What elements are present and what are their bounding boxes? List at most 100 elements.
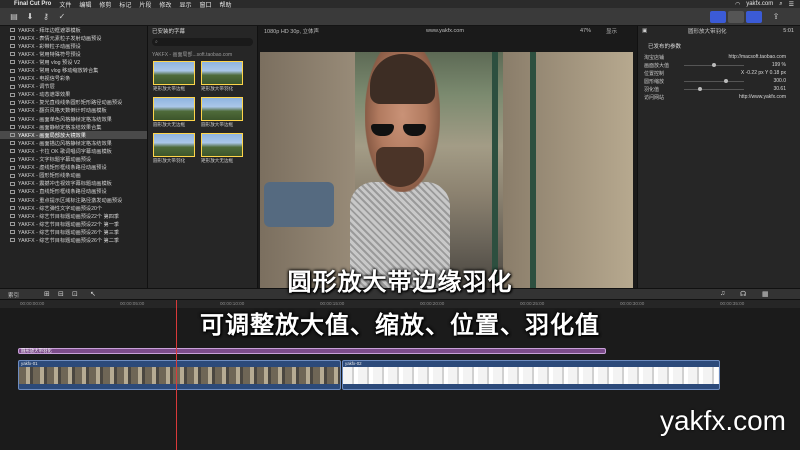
library-item[interactable]: YAKFX - 电视信号彩条: [0, 75, 147, 83]
menubar-site: yakfx.com: [746, 1, 774, 7]
check-icon[interactable]: ✓: [56, 12, 68, 22]
library-item-label: YAKFX - 复光直线线条圆形矩形路径动画预设: [18, 100, 123, 107]
format-label: 1080p HD 30p, 立体声: [264, 29, 320, 35]
thumbnail[interactable]: 圆形放大带羽化: [153, 133, 197, 164]
search-icon[interactable]: ⌕: [779, 1, 782, 8]
param-value[interactable]: 30.61: [773, 86, 786, 92]
library-item[interactable]: YAKFX - 复光直线线条圆形矩形路径动画预设: [0, 99, 147, 107]
param-slider[interactable]: [684, 86, 744, 91]
wifi-icon[interactable]: ◠: [735, 1, 740, 8]
library-item[interactable]: YAKFX - 拜年边框遮罩模板: [0, 26, 147, 34]
library-item[interactable]: YAKFX - 画面描边风格静帧定格冻结效果: [0, 139, 147, 147]
library-item[interactable]: YAKFX - 震撼冲击视效字幕标题动画模板: [0, 180, 147, 188]
thumbnail-image: [153, 97, 195, 121]
thumbnail[interactable]: 矩形放大无边框: [201, 133, 245, 164]
list-icon[interactable]: ☰: [789, 1, 794, 8]
param-magnify[interactable]: 画面放大值 199 %: [638, 61, 800, 69]
library-item[interactable]: YAKFX - 常用 vlog 预设 V2: [0, 58, 147, 66]
thumbnail-label: 圆形放大无边框: [153, 122, 186, 127]
library-item[interactable]: YAKFX - 常用特殊符号预设: [0, 50, 147, 58]
param-value[interactable]: 300.0: [773, 78, 786, 84]
library-item[interactable]: YAKFX - 翻页风格天数倒计时动画模板: [0, 107, 147, 115]
slider-knob[interactable]: [712, 62, 716, 67]
param-label: 羽化值: [644, 86, 660, 93]
library-item[interactable]: YAKFX - 圆形矩形线条动画: [0, 172, 147, 180]
library-item[interactable]: YAKFX - 综艺弹性文字动画预设20个: [0, 204, 147, 212]
param-shop-link[interactable]: 淘宝店铺 http://macsoft.taobao.com: [638, 53, 800, 61]
library-item[interactable]: YAKFX - 卡拉 OK 歌词唱词字幕动画模板: [0, 147, 147, 155]
thumbnail-label: 圆形放大带边框: [201, 122, 234, 127]
thumbnail[interactable]: 圆形放大无边框: [153, 97, 197, 128]
library-icon[interactable]: ▤: [8, 12, 20, 22]
app-menu[interactable]: Final Cut Pro: [14, 1, 51, 7]
library-item[interactable]: YAKFX - 综艺节目标题动画预设26个 第三季: [0, 228, 147, 236]
library-item[interactable]: YAKFX - 综艺节目标题动画预设22个 第一季: [0, 220, 147, 228]
search-field[interactable]: ⌕: [152, 38, 253, 46]
library-item[interactable]: YAKFX - 画面局部放大镜效果: [0, 131, 147, 140]
param-slider[interactable]: [684, 62, 744, 67]
video-clip[interactable]: yakfx-01: [18, 360, 341, 390]
library-item[interactable]: YAKFX - 重点提示区域标注路径激发动画预设: [0, 196, 147, 204]
clip-filmstrip: [343, 367, 719, 384]
library-item[interactable]: YAKFX - 动态遮罩效果: [0, 91, 147, 99]
library-item-label: YAKFX - 虚线矩形框线条路径动画预设: [18, 165, 107, 172]
browser-title[interactable]: 已安装的字幕: [152, 27, 185, 35]
library-item-label: YAKFX - 综艺节目标题动画预设22个 第一季: [18, 221, 120, 228]
share-icon[interactable]: ⇪: [770, 12, 782, 22]
title-clip[interactable]: 圆形放大带羽化: [18, 348, 606, 354]
layout-browser-toggle[interactable]: [710, 11, 726, 23]
background-building: [260, 52, 355, 288]
param-value[interactable]: http://www.yakfx.com: [739, 94, 786, 100]
display-menu[interactable]: 显示: [606, 27, 617, 35]
param-value[interactable]: X -0.22 px Y 0.18 px: [741, 70, 786, 76]
library-item[interactable]: YAKFX - 虚线矩形框线条路径动画预设: [0, 164, 147, 172]
param-label: 位置控制: [644, 70, 665, 77]
library-item[interactable]: YAKFX - 调节层: [0, 83, 147, 91]
library-item[interactable]: YAKFX - 综艺节目标题动画预设22个 第四季: [0, 212, 147, 220]
param-value[interactable]: http://macsoft.taobao.com: [728, 54, 786, 60]
param-position[interactable]: 位置控制 X -0.22 px Y 0.18 px: [638, 69, 800, 77]
param-circle-scale[interactable]: 圆形缩放 300.0: [638, 77, 800, 85]
caption-line-2: 可调整放大值、缩放、位置、羽化值: [200, 311, 600, 339]
clip-name: yakfx-02: [345, 361, 362, 366]
param-label: 圆形缩放: [644, 78, 665, 85]
library-item-label: YAKFX - 翻页风格天数倒计时动画模板: [18, 108, 107, 115]
viewer-url: www.yakfx.com: [426, 28, 464, 34]
library-item[interactable]: YAKFX - 表情元素粒子发射动画预设: [0, 34, 147, 42]
library-item[interactable]: YAKFX - 文字标题字幕动画预设: [0, 156, 147, 164]
param-slider[interactable]: [684, 78, 744, 83]
library-item[interactable]: YAKFX - 画面单色风格静帧定格冻结效果: [0, 115, 147, 123]
event-icon: [10, 133, 15, 138]
slider-knob[interactable]: [724, 78, 728, 83]
library-item[interactable]: YAKFX - 彩带粒子动画预设: [0, 42, 147, 50]
titles-inspector-icon[interactable]: ▣: [642, 28, 647, 34]
slider-knob[interactable]: [698, 86, 702, 91]
param-value[interactable]: 199 %: [772, 62, 786, 68]
download-icon[interactable]: ⬇: [24, 12, 36, 22]
layout-inspector-toggle[interactable]: [746, 11, 762, 23]
thumbnail-label: 矩形放大带边框: [153, 86, 186, 91]
caption-line-1: 圆形放大带边缘羽化: [287, 268, 513, 296]
event-icon: [10, 222, 15, 227]
viewer-header: 1080p HD 30p, 立体声 www.yakfx.com 47% 显示: [258, 26, 637, 36]
library-item-label: YAKFX - 常用 vlog 预设 V2: [18, 59, 81, 66]
library-item[interactable]: YAKFX - 常用 vlog 移动缩放转合集: [0, 66, 147, 74]
param-feather[interactable]: 羽化值 30.61: [638, 85, 800, 93]
thumbnail[interactable]: 矩形放大带羽化: [201, 61, 245, 92]
library-item-label: YAKFX - 表情元素粒子发射动画预设: [18, 35, 102, 42]
key-icon[interactable]: ⚷: [40, 12, 52, 22]
param-website[interactable]: 访问网站 http://www.yakfx.com: [638, 93, 800, 101]
zoom-menu[interactable]: 47%: [580, 28, 591, 34]
event-icon: [10, 165, 15, 170]
thumbnail[interactable]: 圆形放大带边框: [201, 97, 245, 128]
param-label: 淘宝店铺: [644, 54, 665, 61]
library-item-label: YAKFX - 圆形矩形线条动画: [18, 173, 81, 180]
library-item-label: YAKFX - 常用特殊符号预设: [18, 51, 81, 58]
thumbnail[interactable]: 矩形放大带边框: [153, 61, 197, 92]
library-item[interactable]: YAKFX - 综艺节目标题动画预设26个 第二季: [0, 236, 147, 244]
library-item-label: YAKFX - 画面静帧定格冻结效果合集: [18, 124, 102, 131]
layout-timeline-toggle[interactable]: [728, 11, 744, 23]
library-item[interactable]: YAKFX - 画面静帧定格冻结效果合集: [0, 123, 147, 131]
video-clip[interactable]: yakfx-02: [342, 360, 720, 390]
library-item[interactable]: YAKFX - 直线矩形框线条路径动画预设: [0, 188, 147, 196]
